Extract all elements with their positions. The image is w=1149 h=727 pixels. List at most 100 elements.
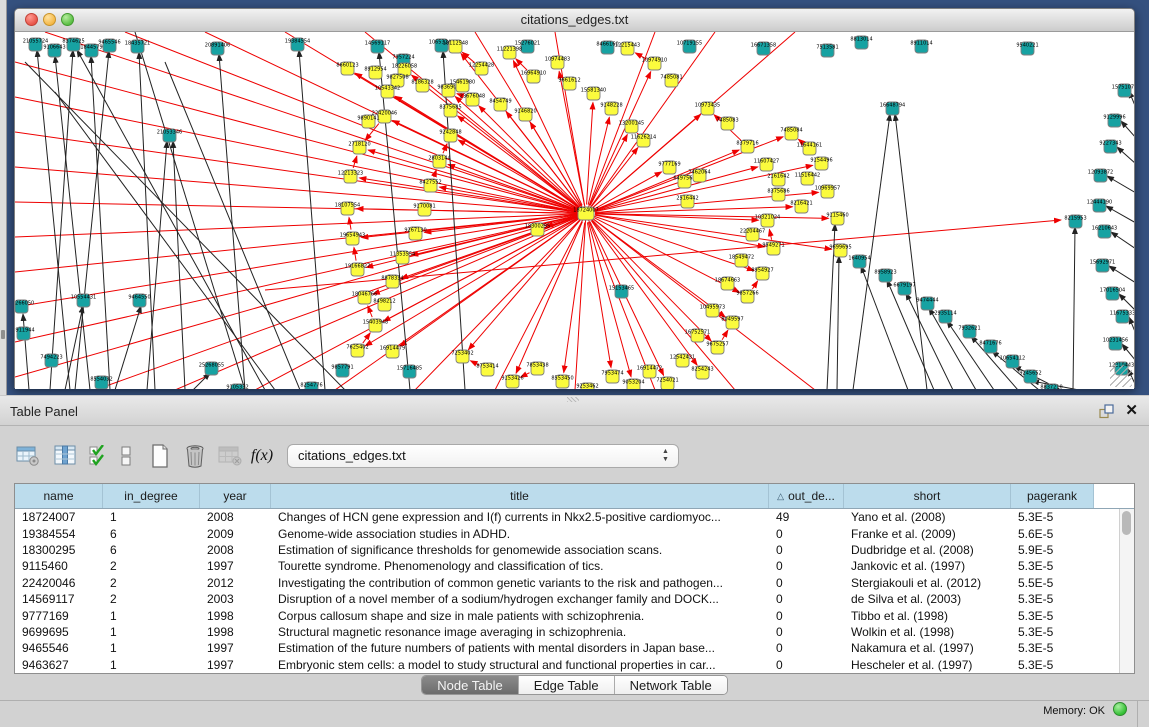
table-cell[interactable]: 5.3E-5 [1011, 592, 1094, 606]
tab-node-table[interactable]: Node Table [422, 676, 519, 694]
table-cell[interactable]: Tourette syndrome. Phenomenology and cla… [271, 559, 769, 573]
tab-edge-table[interactable]: Edge Table [519, 676, 615, 694]
table-cell[interactable]: 2008 [200, 510, 271, 524]
table-row[interactable]: 1830029562008Estimation of significance … [15, 542, 1134, 558]
table-cell[interactable]: Investigating the contribution of common… [271, 576, 769, 590]
delete-column-button[interactable] [181, 441, 209, 471]
table-cell[interactable]: Jankovic et al. (1997) [844, 559, 1011, 573]
network-canvas[interactable]: 2105572491066438374625184457994655461843… [15, 32, 1134, 389]
table-cell[interactable]: 5.3E-5 [1011, 658, 1094, 672]
table-cell[interactable]: 19384554 [15, 527, 103, 541]
close-panel-button[interactable]: ✕ [1125, 401, 1138, 420]
column-header-name[interactable]: name [15, 484, 103, 508]
select-all-button[interactable] [85, 441, 113, 471]
table-cell[interactable]: 9777169 [15, 609, 103, 623]
column-header-pagerank[interactable]: pagerank [1011, 484, 1094, 508]
table-cell[interactable]: 9115460 [15, 559, 103, 573]
table-cell[interactable]: 1998 [200, 625, 271, 639]
table-cell[interactable]: 0 [769, 576, 844, 590]
splitter-grip[interactable] [567, 397, 579, 402]
table-cell[interactable]: Genome-wide association studies in ADHD. [271, 527, 769, 541]
table-cell[interactable]: 5.3E-5 [1011, 609, 1094, 623]
table-cell[interactable]: 0 [769, 527, 844, 541]
table-cell[interactable]: 18300295 [15, 543, 103, 557]
table-cell[interactable]: 0 [769, 625, 844, 639]
table-cell[interactable]: 2 [103, 576, 200, 590]
table-cell[interactable]: 0 [769, 609, 844, 623]
table-cell[interactable]: Yano et al. (2008) [844, 510, 1011, 524]
tab-network-table[interactable]: Network Table [615, 676, 727, 694]
table-cell[interactable]: 2003 [200, 592, 271, 606]
table-row[interactable]: 969969511998Structural magnetic resonanc… [15, 624, 1134, 640]
network-window[interactable]: citations_edges.txt 21055724910664383746… [14, 8, 1135, 388]
table-cell[interactable]: 5.3E-5 [1011, 559, 1094, 573]
float-panel-button[interactable] [1098, 403, 1115, 420]
column-settings-button[interactable] [14, 441, 42, 471]
table-cell[interactable]: Changes of HCN gene expression and I(f) … [271, 510, 769, 524]
panel-drag-grip[interactable] [1, 330, 5, 339]
table-cell[interactable]: Corpus callosum shape and size in male p… [271, 609, 769, 623]
table-cell[interactable]: Embryonic stem cells: a model to study s… [271, 658, 769, 672]
table-cell[interactable]: Estimation of the future numbers of pati… [271, 641, 769, 655]
table-cell[interactable]: 22420046 [15, 576, 103, 590]
column-header-year[interactable]: year [200, 484, 271, 508]
table-cell[interactable]: Stergiakouli et al. (2012) [844, 576, 1011, 590]
table-cell[interactable]: Franke et al. (2009) [844, 527, 1011, 541]
column-header-short[interactable]: short [844, 484, 1011, 508]
table-cell[interactable]: 5.5E-5 [1011, 576, 1094, 590]
function-builder-button[interactable]: f(x) [248, 441, 276, 471]
table-cell[interactable]: 5.6E-5 [1011, 527, 1094, 541]
table-cell[interactable]: Estimation of significance thresholds fo… [271, 543, 769, 557]
table-cell[interactable]: 0 [769, 658, 844, 672]
table-cell[interactable]: 0 [769, 641, 844, 655]
delete-table-button[interactable] [216, 441, 244, 471]
table-cell[interactable]: 9699695 [15, 625, 103, 639]
table-cell[interactable]: 2012 [200, 576, 271, 590]
table-cell[interactable]: de Silva et al. (2003) [844, 592, 1011, 606]
table-cell[interactable]: 2008 [200, 543, 271, 557]
scrollbar-thumb[interactable] [1122, 511, 1131, 535]
column-header-in_degree[interactable]: in_degree [103, 484, 200, 508]
clear-selection-button[interactable] [112, 441, 140, 471]
table-cell[interactable]: 9465546 [15, 641, 103, 655]
new-column-button[interactable] [146, 441, 174, 471]
table-cell[interactable]: Nakamura et al. (1997) [844, 641, 1011, 655]
table-cell[interactable]: 0 [769, 592, 844, 606]
table-vertical-scrollbar[interactable] [1119, 509, 1134, 673]
table-cell[interactable]: Dudbridge et al. (2008) [844, 543, 1011, 557]
table-cell[interactable]: 2 [103, 592, 200, 606]
table-cell[interactable]: 5.3E-5 [1011, 641, 1094, 655]
table-cell[interactable]: 1 [103, 625, 200, 639]
table-cell[interactable]: 5.3E-5 [1011, 625, 1094, 639]
show-columns-button[interactable] [51, 441, 79, 471]
table-cell[interactable]: 18724007 [15, 510, 103, 524]
table-cell[interactable]: 9463627 [15, 658, 103, 672]
table-cell[interactable]: 14569117 [15, 592, 103, 606]
table-cell[interactable]: 1997 [200, 641, 271, 655]
table-cell[interactable]: 1 [103, 641, 200, 655]
table-row[interactable]: 1456911722003Disruption of a novel membe… [15, 591, 1134, 607]
table-row[interactable]: 977716911998Corpus callosum shape and si… [15, 607, 1134, 623]
table-row[interactable]: 1938455462009Genome-wide association stu… [15, 525, 1134, 541]
table-cell[interactable]: 1997 [200, 658, 271, 672]
table-cell[interactable]: Hescheler et al. (1997) [844, 658, 1011, 672]
network-window-titlebar[interactable]: citations_edges.txt [15, 9, 1134, 32]
table-cell[interactable]: 1997 [200, 559, 271, 573]
table-cell[interactable]: 2 [103, 559, 200, 573]
column-header-title[interactable]: title [271, 484, 769, 508]
table-cell[interactable]: 49 [769, 510, 844, 524]
table-cell[interactable]: 2009 [200, 527, 271, 541]
table-cell[interactable]: Tibbo et al. (1998) [844, 609, 1011, 623]
memory-ok-indicator[interactable] [1113, 702, 1127, 716]
table-cell[interactable]: 1 [103, 658, 200, 672]
table-cell[interactable]: 6 [103, 543, 200, 557]
column-header-out_de[interactable]: △out_de... [769, 484, 844, 508]
window-resize-grip[interactable] [1110, 365, 1132, 387]
collapsed-panel-strip[interactable] [0, 0, 7, 395]
table-cell[interactable]: Disruption of a novel member of a sodium… [271, 592, 769, 606]
table-cell[interactable]: Structural magnetic resonance image aver… [271, 625, 769, 639]
table-cell[interactable]: Wolkin et al. (1998) [844, 625, 1011, 639]
table-row[interactable]: 1872400712008Changes of HCN gene express… [15, 509, 1134, 525]
table-row[interactable]: 911546021997Tourette syndrome. Phenomeno… [15, 558, 1134, 574]
citation-network-graph[interactable]: 2105572491066438374625184457994655461843… [15, 32, 1134, 389]
